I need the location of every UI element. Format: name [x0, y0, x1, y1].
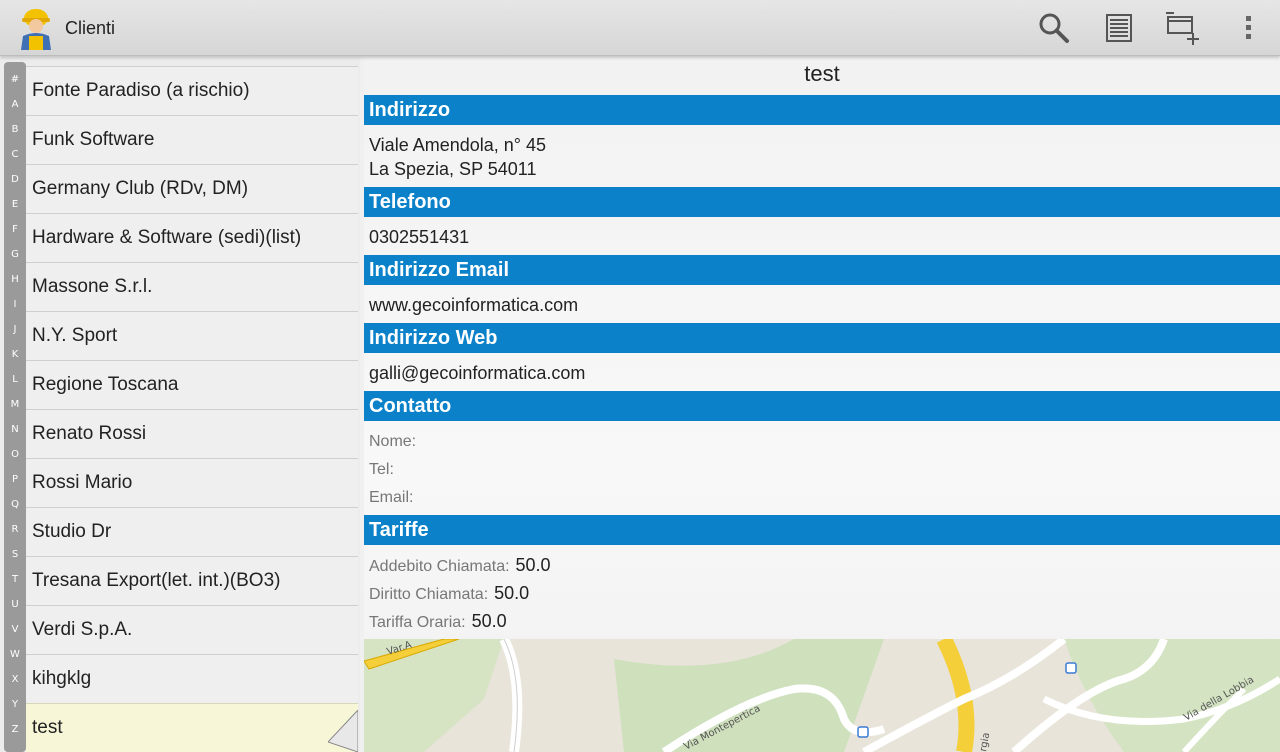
client-list-panel: # A B C D E F G H I J K L M N O P Q R S T U V W X Y Z Fonte Paradi…	[0, 57, 360, 752]
address-line1: Viale Amendola, n° 45	[369, 135, 546, 155]
index-letter[interactable]: T	[4, 574, 26, 585]
search-button[interactable]	[1032, 6, 1076, 50]
client-list-item[interactable]: Funk Software	[26, 115, 358, 164]
client-list-item[interactable]: Renato Rossi	[26, 409, 358, 458]
hourly-label: Tariffa Oraria:	[369, 614, 466, 631]
index-letter[interactable]: N	[4, 424, 26, 435]
phone-header: Telefono	[364, 187, 1280, 217]
selection-indicator-icon	[328, 710, 358, 752]
client-list-item[interactable]: Studio Dr	[26, 507, 358, 556]
index-letter[interactable]: K	[4, 349, 26, 360]
add-window-icon	[1166, 12, 1199, 45]
client-list-item[interactable]: Hardware & Software (sedi)(list)	[26, 213, 358, 262]
index-letter[interactable]: D	[4, 174, 26, 185]
call-charge-value: 50.0	[515, 555, 551, 575]
index-letter[interactable]: Z	[4, 724, 26, 735]
call-charge-row: Addebito Chiamata: 50.0	[369, 555, 551, 576]
contact-name-label: Nome:	[369, 433, 417, 450]
index-letter[interactable]: L	[4, 374, 26, 385]
call-fee-label: Diritto Chiamata:	[369, 586, 489, 603]
index-letter[interactable]: J	[4, 324, 26, 335]
index-letter[interactable]: C	[4, 149, 26, 160]
client-list: Fonte Paradiso (a rischio) Funk Software G…	[26, 66, 358, 752]
overflow-menu-icon	[1246, 16, 1251, 39]
list-view-button[interactable]	[1097, 6, 1141, 50]
index-letter[interactable]: Q	[4, 499, 26, 510]
client-name: test	[32, 717, 63, 738]
contact-tel-label: Tel:	[369, 461, 394, 478]
hourly-value: 50.0	[471, 611, 507, 631]
index-letter[interactable]: V	[4, 624, 26, 635]
index-letter[interactable]: B	[4, 124, 26, 135]
client-name: Tresana Export(let. int.)(BO3)	[32, 570, 281, 591]
client-name: Studio Dr	[32, 521, 112, 542]
client-list-item[interactable]: Tresana Export(let. int.)(BO3)	[26, 556, 358, 605]
client-name: Verdi S.p.A.	[32, 619, 133, 640]
location-map[interactable]: Var.A Via Montepertica Via della Lobbia …	[364, 639, 1280, 752]
index-letter[interactable]: #	[4, 74, 26, 85]
client-list-item[interactable]: kihgklg	[26, 654, 358, 703]
index-letter[interactable]: Y	[4, 699, 26, 710]
call-charge-label: Addebito Chiamata:	[369, 558, 510, 575]
client-list-item[interactable]: Massone S.r.l.	[26, 262, 358, 311]
client-list-item[interactable]: Verdi S.p.A.	[26, 605, 358, 654]
contact-header: Contatto	[364, 391, 1280, 421]
client-list-item[interactable]: N.Y. Sport	[26, 311, 358, 360]
index-letter[interactable]: A	[4, 99, 26, 110]
search-icon	[1039, 13, 1069, 43]
index-letter[interactable]: U	[4, 599, 26, 610]
call-fee-row: Diritto Chiamata: 50.0	[369, 583, 529, 604]
list-icon	[1106, 14, 1132, 42]
client-name: Renato Rossi	[32, 423, 147, 444]
contact-email-label: Email:	[369, 489, 414, 506]
client-list-item[interactable]: Rossi Mario	[26, 458, 358, 507]
map-graphic: Var.A Via Montepertica Via della Lobbia …	[364, 639, 1280, 752]
index-letter[interactable]: G	[4, 249, 26, 260]
email-header: Indirizzo Email	[364, 255, 1280, 285]
address-header: Indirizzo	[364, 95, 1280, 125]
add-client-button[interactable]	[1162, 6, 1206, 50]
index-letter[interactable]: M	[4, 399, 26, 410]
client-list-item[interactable]: Germany Club (RDv, DM)	[26, 164, 358, 213]
client-name: Funk Software	[32, 129, 155, 150]
worker-app-icon[interactable]	[16, 6, 56, 50]
action-bar: Clienti	[0, 0, 1280, 56]
client-name: Rossi Mario	[32, 472, 133, 493]
web-header: Indirizzo Web	[364, 323, 1280, 353]
call-fee-value: 50.0	[494, 583, 530, 603]
index-letter[interactable]: P	[4, 474, 26, 485]
client-list-item[interactable]: Fonte Paradiso (a rischio)	[26, 66, 358, 115]
index-letter[interactable]: S	[4, 549, 26, 560]
client-list-item[interactable]: Regione Toscana	[26, 360, 358, 409]
index-letter[interactable]: F	[4, 224, 26, 235]
web-value[interactable]: galli@gecoinformatica.com	[369, 363, 585, 384]
index-letter[interactable]: O	[4, 449, 26, 460]
hourly-row: Tariffa Oraria: 50.0	[369, 611, 507, 632]
overflow-menu-button[interactable]	[1226, 6, 1270, 50]
phone-value[interactable]: 0302551431	[369, 227, 469, 248]
client-name: Fonte Paradiso (a rischio)	[32, 80, 250, 101]
index-letter[interactable]: W	[4, 649, 26, 660]
rates-header: Tariffe	[364, 515, 1280, 545]
client-name: kihgklg	[32, 668, 92, 689]
app-title: Clienti	[65, 18, 116, 38]
client-name: N.Y. Sport	[32, 325, 118, 346]
client-name: Germany Club (RDv, DM)	[32, 178, 249, 199]
index-letter[interactable]: I	[4, 299, 26, 310]
address-line2: La Spezia, SP 54011	[369, 159, 537, 179]
index-letter[interactable]: H	[4, 274, 26, 285]
index-letter[interactable]: X	[4, 674, 26, 685]
client-detail-panel: test Indirizzo Viale Amendola, n° 45 La …	[364, 57, 1280, 752]
client-name: Hardware & Software (sedi)(list)	[32, 227, 302, 248]
alphabet-index-bar[interactable]: # A B C D E F G H I J K L M N O P Q R S T U V W X Y Z	[4, 62, 26, 752]
client-name: Regione Toscana	[32, 374, 179, 395]
client-name-title: test	[804, 61, 840, 86]
client-list-item[interactable]: test	[26, 703, 358, 752]
client-name: Massone S.r.l.	[32, 276, 153, 297]
index-letter[interactable]: E	[4, 199, 26, 210]
index-letter[interactable]: R	[4, 524, 26, 535]
email-value[interactable]: www.gecoinformatica.com	[369, 295, 578, 316]
